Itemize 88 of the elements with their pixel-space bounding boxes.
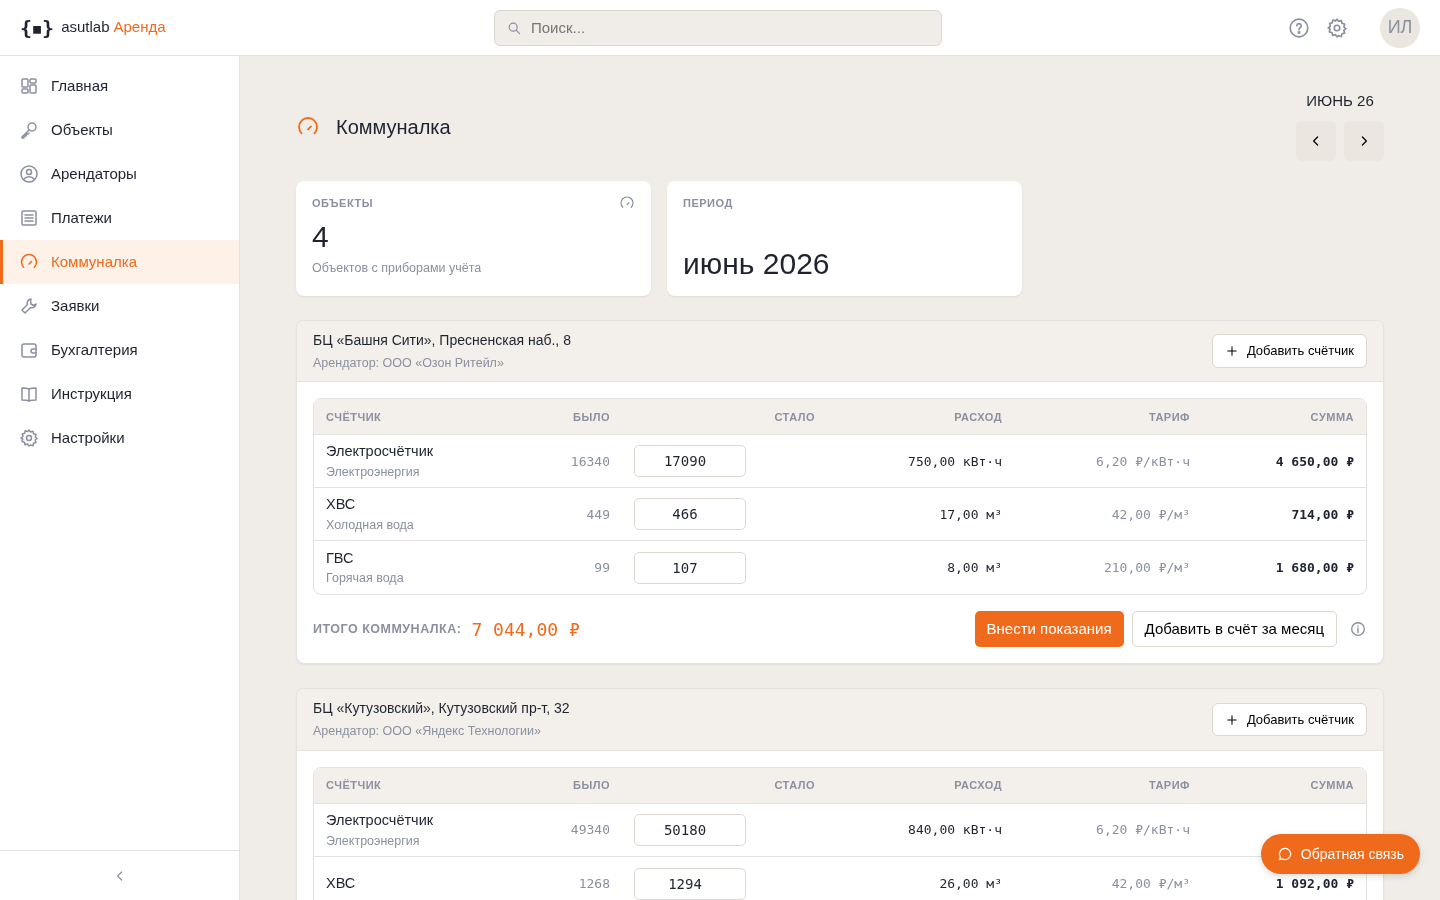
logo-mark[interactable]: {▪} <box>20 12 54 43</box>
reading-input[interactable]: 466 <box>634 498 746 531</box>
reading-input[interactable]: 17090 <box>634 445 746 478</box>
tariff-cell-text: 6,20 ₽/кВт·ч <box>1095 821 1190 840</box>
sum-cell: 714,00 ₽ <box>1291 506 1354 522</box>
add-meter-button[interactable]: Добавить счётчик <box>1211 702 1367 737</box>
previous-reading: 449 <box>585 505 610 524</box>
chat-icon <box>1276 846 1293 862</box>
plus-icon <box>1224 712 1239 727</box>
stat-value: июнь 2026 <box>683 245 831 282</box>
usage-cell-text: 26,00 м³ <box>938 874 1002 893</box>
gauge-icon <box>619 194 635 211</box>
wallet-icon <box>19 340 39 360</box>
column-header: СТАЛО <box>773 409 815 425</box>
meter-name: ХВС <box>326 495 357 514</box>
page-title: Коммуналка <box>336 115 451 140</box>
column-header: СЧЁТЧИК <box>326 409 383 425</box>
sidebar-item[interactable]: Бухгалтерия <box>0 328 239 372</box>
previous-reading: 99 <box>593 559 610 577</box>
usage-cell-text: 17,00 м³ <box>938 505 1002 524</box>
reading-input[interactable]: 107 <box>634 551 746 584</box>
column-header: ТАРИФ <box>1147 778 1190 794</box>
tariff-cell-text: 42,00 ₽/м³ <box>1110 874 1190 893</box>
sum-cell: 1 092,00 ₽ <box>1275 876 1354 891</box>
usage-cell-text: 840,00 кВт·ч <box>907 821 1002 840</box>
total-label: ИТОГО КОММУНАЛКА: <box>313 620 462 638</box>
sum-cell: 4 650,00 ₽ <box>1275 453 1354 469</box>
sidebar-item[interactable]: Арендаторы <box>0 152 239 196</box>
sidebar-item[interactable]: Инструкция <box>0 372 239 416</box>
sidebar-item[interactable]: Настройки <box>0 416 239 460</box>
meter-type: Электроэнергия <box>326 463 421 481</box>
reading-input[interactable]: 1294 <box>634 867 746 900</box>
sidebar-item[interactable]: Объекты <box>0 108 239 152</box>
meter-name: ГВС <box>326 548 355 568</box>
sidebar-item[interactable]: Платежи <box>0 196 239 240</box>
previous-reading: 1268 <box>577 874 610 893</box>
column-header: РАСХОД <box>953 778 1002 794</box>
key-icon <box>19 120 39 140</box>
meter-type: Горячая вода <box>326 570 405 588</box>
usage-cell-text: 750,00 кВт·ч <box>907 452 1002 471</box>
object-title: БЦ «Башня Сити», Пресненская наб., 8 <box>313 330 571 350</box>
meter-type: Электроэнергия <box>326 832 421 850</box>
settings-icon[interactable] <box>1326 16 1348 39</box>
meter-name: ХВС <box>326 873 357 893</box>
object-title: БЦ «Кутузовский», Кутузовский пр-т, 32 <box>313 699 570 719</box>
add-meter-button[interactable]: Добавить счётчик <box>1211 334 1367 368</box>
previous-reading: 16340 <box>569 452 610 471</box>
tenant-name: Арендатор: ООО «Яндекс Технологии» <box>313 723 542 741</box>
stat-value: 4 <box>312 219 330 255</box>
sum-cell: 1 680,00 ₽ <box>1275 560 1354 576</box>
column-header: СУММА <box>1309 778 1354 794</box>
column-header: ТАРИФ <box>1147 409 1190 425</box>
user-icon <box>19 164 39 184</box>
stat-label: ОБЪЕКТЫ <box>312 195 373 211</box>
grid-icon <box>19 76 39 96</box>
column-header: СТАЛО <box>773 778 815 794</box>
column-header: БЫЛО <box>572 778 610 794</box>
tariff-cell-text: 210,00 ₽/м³ <box>1102 559 1190 577</box>
stat-label: ПЕРИОД <box>683 195 733 211</box>
previous-reading: 49340 <box>569 821 610 840</box>
sidebar-item[interactable]: Главная <box>0 64 239 108</box>
brand-name: asutlab <box>61 17 110 38</box>
stat-caption: Объектов с приборами учёта <box>312 260 483 277</box>
meter-type: Холодная вода <box>326 516 415 534</box>
reading-input[interactable]: 50180 <box>634 814 746 846</box>
wrench-icon <box>19 296 39 316</box>
tariff-cell-text: 42,00 ₽/м³ <box>1110 505 1190 524</box>
book-icon <box>19 384 39 404</box>
list-icon <box>19 208 39 228</box>
info-icon[interactable] <box>1349 620 1367 639</box>
column-header: СУММА <box>1309 409 1354 425</box>
plus-icon <box>1224 343 1239 358</box>
help-icon[interactable] <box>1288 16 1310 39</box>
search-field[interactable]: Поиск... <box>494 9 942 46</box>
product-name: Аренда <box>113 17 166 38</box>
total-amount: 7 044,00 ₽ <box>471 617 580 642</box>
usage-cell-text: 8,00 м³ <box>946 559 1002 577</box>
sidebar-item[interactable]: Заявки <box>0 284 239 328</box>
period-label: ИЮНЬ 26 <box>1306 91 1374 111</box>
tariff-cell-text: 6,20 ₽/кВт·ч <box>1095 452 1190 471</box>
tenant-name: Арендатор: ООО «Озон Ритейл» <box>313 354 505 372</box>
settings-icon <box>19 428 39 448</box>
meter-name: Электросчётчик <box>326 810 435 830</box>
column-header: БЫЛО <box>572 409 610 425</box>
column-header: СЧЁТЧИК <box>326 778 383 794</box>
column-header: РАСХОД <box>953 409 1002 425</box>
meter-name: Электросчётчик <box>326 442 435 461</box>
add-to-invoice-button[interactable]: Добавить в счёт за месяц <box>1131 611 1337 648</box>
